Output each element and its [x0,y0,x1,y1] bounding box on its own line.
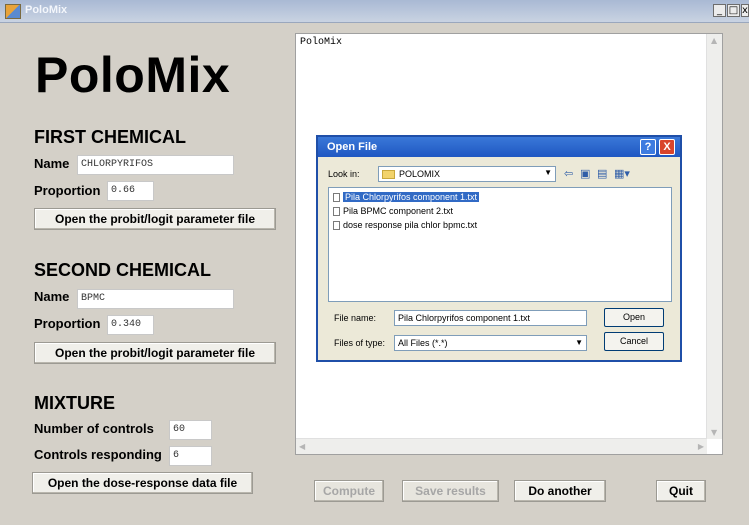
app-brand: PoloMix [35,47,231,103]
window-title: PoloMix [25,4,68,16]
horizontal-scrollbar[interactable]: ◀ ▶ [296,438,707,454]
first-name-field[interactable]: CHLORPYRIFOS [77,155,234,175]
second-proportion-label: Proportion [34,316,101,331]
text-file-icon [333,221,340,230]
controls-responding-label: Controls responding [34,447,162,462]
save-results-button[interactable]: Save results [402,480,499,502]
dialog-title-bar: Open File ? X [318,137,680,157]
dialog-close-button[interactable]: X [659,139,675,155]
file-name-label: File name: [334,313,377,323]
controls-responding-field[interactable]: 6 [169,446,212,466]
files-of-type-value: All Files (*.*) [398,338,448,348]
second-open-parameter-button[interactable]: Open the probit/logit parameter file [34,342,276,364]
help-icon[interactable]: ? [640,139,656,155]
chevron-down-icon: ▼ [544,168,552,177]
second-name-field[interactable]: BPMC [77,289,234,309]
first-proportion-label: Proportion [34,183,101,198]
close-button[interactable]: x [741,4,749,17]
first-proportion-field[interactable]: 0.66 [107,181,154,201]
second-proportion-field[interactable]: 0.340 [107,315,154,335]
text-file-icon [333,207,340,216]
maximize-button[interactable]: □ [727,4,740,17]
first-open-parameter-button[interactable]: Open the probit/logit parameter file [34,208,276,230]
file-item-name: dose response pila chlor bpmc.txt [343,220,478,230]
mixture-heading: MIXTURE [34,393,115,413]
dialog-title: Open File [327,141,378,153]
chevron-down-icon: ▼ [575,338,583,347]
back-arrow-icon[interactable]: ⇦ [564,167,573,180]
compute-button[interactable]: Compute [314,480,384,502]
open-file-dialog: Open File ? X Look in: POLOMIX ▼ ⇦ ▣ ▤ ▦… [316,135,682,362]
do-another-button[interactable]: Do another [514,480,606,502]
scroll-left-icon[interactable]: ◀ [299,442,305,451]
scroll-up-icon[interactable]: ▲ [711,36,717,45]
vertical-scrollbar[interactable]: ▲ ▼ [706,34,722,439]
look-in-label: Look in: [328,169,360,179]
look-in-value: POLOMIX [399,169,441,179]
open-button[interactable]: Open [604,308,664,327]
folder-icon [382,170,395,179]
files-of-type-select[interactable]: All Files (*.*) ▼ [394,335,587,351]
number-of-controls-field[interactable]: 60 [169,420,212,440]
scroll-right-icon[interactable]: ▶ [698,442,704,451]
file-list[interactable]: Pila Chlorpyrifos component 1.txt Pila B… [328,187,672,302]
scroll-down-icon[interactable]: ▼ [711,428,717,437]
text-file-icon [333,193,340,202]
first-chemical-heading: FIRST CHEMICAL [34,127,186,147]
look-in-select[interactable]: POLOMIX ▼ [378,166,556,182]
open-dose-response-button[interactable]: Open the dose-response data file [32,472,253,494]
up-folder-icon[interactable]: ▣ [580,167,590,180]
files-of-type-label: Files of type: [334,338,386,348]
quit-button[interactable]: Quit [656,480,706,502]
minimize-button[interactable]: _ [713,4,726,17]
app-icon [5,4,21,19]
second-name-label: Name [34,289,70,304]
view-menu-icon[interactable]: ▦▾ [614,167,630,180]
cancel-button[interactable]: Cancel [604,332,664,351]
file-item-name: Pila BPMC component 2.txt [343,206,454,216]
new-folder-icon[interactable]: ▤ [597,167,607,180]
title-bar: PoloMix _ □ x [0,0,749,23]
number-of-controls-label: Number of controls [34,421,154,436]
file-item-name: Pila Chlorpyrifos component 1.txt [343,192,480,202]
file-name-input[interactable]: Pila Chlorpyrifos component 1.txt [394,310,587,326]
output-text: PoloMix [300,37,343,48]
second-chemical-heading: SECOND CHEMICAL [34,260,212,280]
first-name-label: Name [34,156,70,171]
